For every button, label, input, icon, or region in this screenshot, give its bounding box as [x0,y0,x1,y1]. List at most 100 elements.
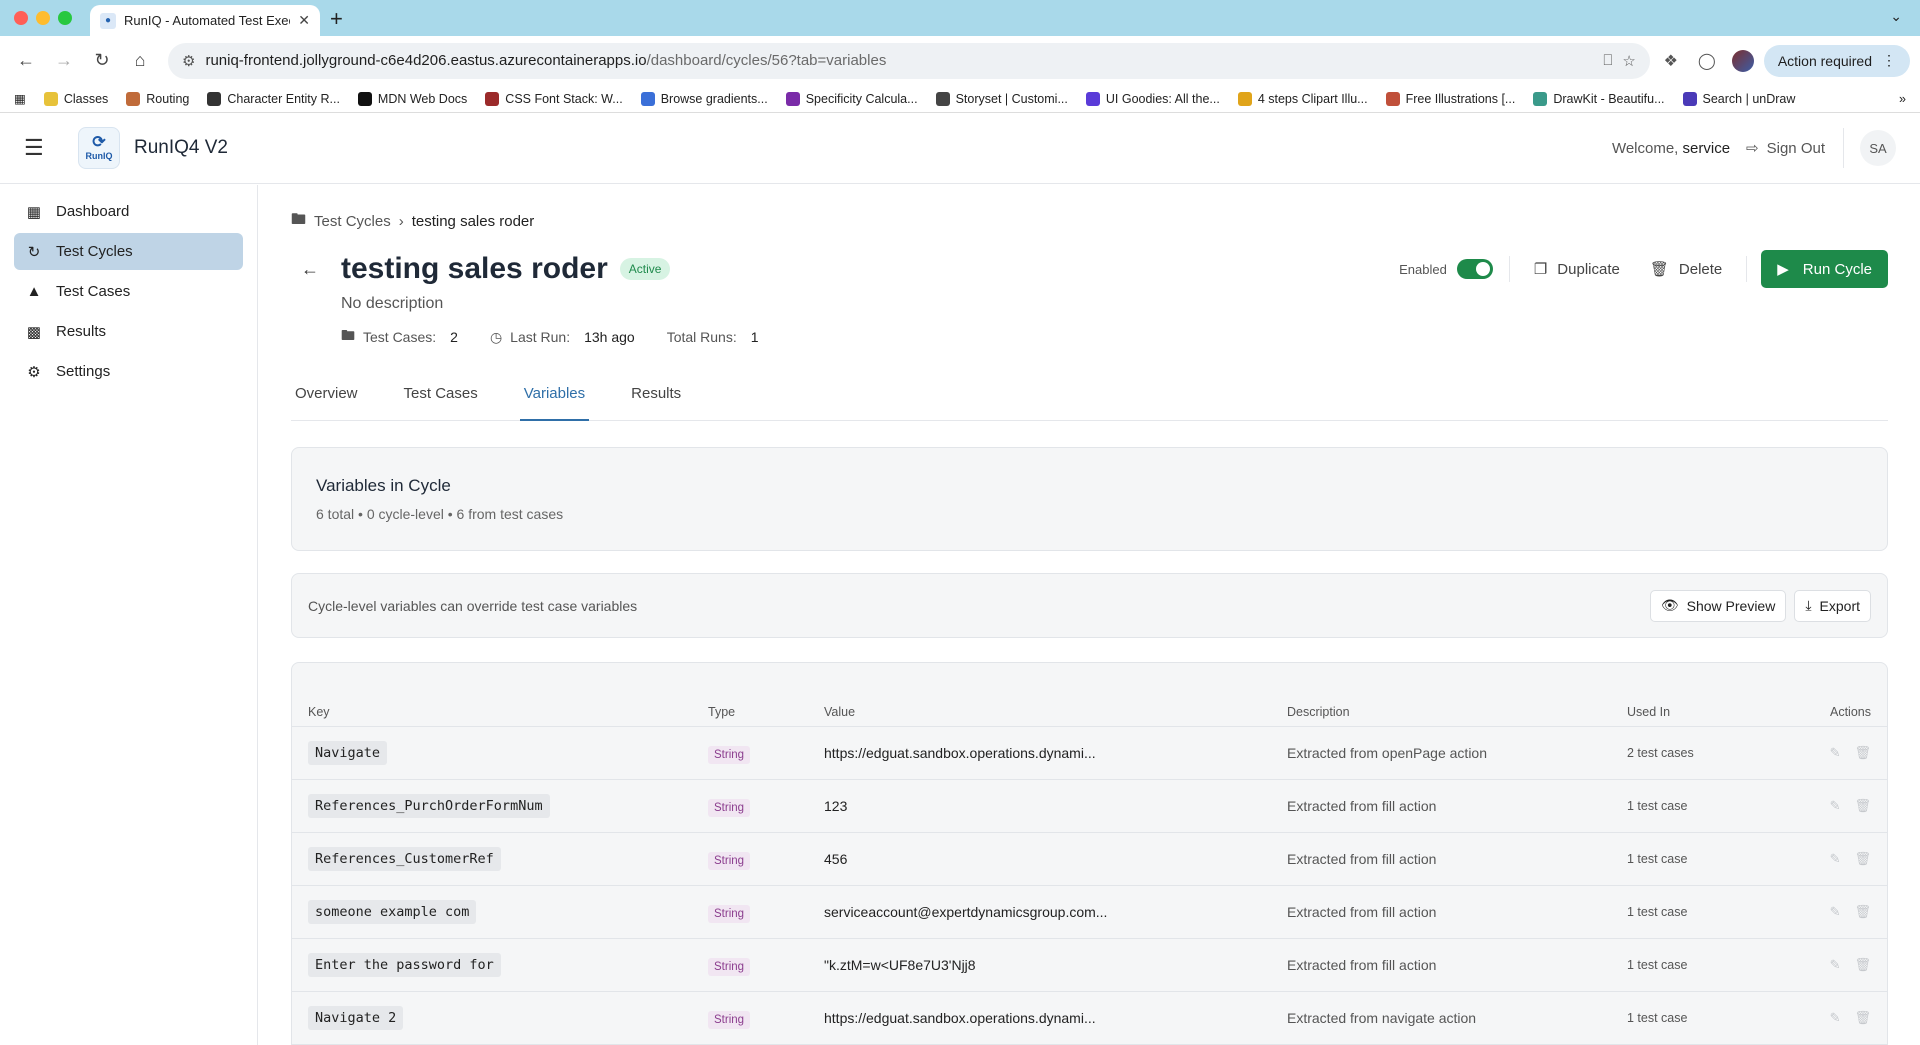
browser-tab-active[interactable]: ● RunIQ - Automated Test Exec ✕ [90,5,320,36]
edit-pencil-icon[interactable]: ✎ [1830,904,1841,919]
bookmark-item[interactable]: Browse gradients... [640,91,768,106]
url-path: /dashboard/cycles/56?tab=variables [646,52,887,69]
bookmark-item[interactable]: CSS Font Stack: W... [485,91,623,106]
bookmark-item[interactable]: Classes [43,91,108,106]
delete-trash-icon[interactable]: 🗑 [1854,957,1871,972]
cell-value: 456 [808,832,1271,886]
cell-used-in: 1 test case [1611,885,1781,939]
bookmark-item[interactable]: UI Goodies: All the... [1085,91,1220,106]
cell-description: Extracted from fill action [1271,938,1611,992]
table-row: Enter the password for String "k.ztM=w<UF8… [292,938,1887,992]
extension-shield-icon[interactable]: ◯ [1692,46,1722,76]
bookmark-item[interactable]: Specificity Calcula... [785,91,918,106]
bookmark-item[interactable]: Search | unDraw [1682,91,1795,106]
close-window-button[interactable] [14,11,28,25]
tab-test-cases[interactable]: Test Cases [400,383,482,421]
cell-key: References_PurchOrderFormNum [292,779,692,833]
title-row: ← testing sales roder Active Enabled ❐ D… [291,249,1888,289]
bookmark-favicon-icon [935,91,950,106]
bookmark-item[interactable]: MDN Web Docs [357,91,467,106]
bookmark-item[interactable]: Character Entity R... [207,91,340,106]
new-tab-icon[interactable]: + [330,6,343,32]
edit-pencil-icon[interactable]: ✎ [1830,745,1841,760]
delete-trash-icon[interactable]: 🗑 [1854,904,1871,919]
bookmark-star-icon[interactable]: ☆ [1622,52,1635,70]
cell-description: Extracted from navigate action [1271,991,1611,1045]
variables-summary-title: Variables in Cycle [316,476,451,495]
tab-results[interactable]: Results [627,383,685,421]
forward-arrow-icon[interactable]: → [48,45,80,77]
variables-table: Key Type Value Description Used In Actio… [292,699,1887,1045]
browser-tab-title: RunIQ - Automated Test Exec [124,13,291,28]
user-avatar[interactable]: SA [1860,130,1896,166]
install-app-icon[interactable]: ⎕ [1603,52,1612,69]
tab-overview[interactable]: Overview [291,383,362,421]
welcome-prefix: Welcome, [1611,139,1679,157]
meta-value: 2 [450,329,458,345]
bookmark-item[interactable]: Storyset | Customi... [935,91,1068,106]
dashboard-icon: ▦ [26,203,42,221]
sidebar-item-results[interactable]: ▩ Results [14,313,243,350]
gear-icon: ⚙ [27,363,41,381]
action-required-button[interactable]: Action required ⋮ [1763,44,1910,77]
cell-type: String [692,832,808,886]
sidebar-item-dashboard[interactable]: ▦ Dashboard [14,193,243,230]
sidebar-item-test-cycles[interactable]: ↻ Test Cycles [14,233,243,270]
table-header-row: Key Type Value Description Used In Actio… [292,699,1887,727]
sidebar-item-settings[interactable]: ⚙ Settings [14,353,243,390]
bookmark-item[interactable]: Routing [126,91,189,106]
maximize-window-button[interactable] [58,11,72,25]
reload-icon[interactable]: ↻ [86,45,118,77]
edit-pencil-icon[interactable]: ✎ [1830,1010,1841,1025]
back-arrow-icon[interactable]: ← [10,45,42,77]
variables-summary-counts: 6 total • 0 cycle-level • 6 from test ca… [316,506,564,522]
delete-trash-icon[interactable]: 🗑 [1854,1010,1871,1025]
bookmark-label: 4 steps Clipart Illu... [1257,91,1368,106]
delete-label: Delete [1678,260,1723,278]
meta-total-runs: Total Runs: 1 [667,325,759,349]
sidebar-item-test-cases[interactable]: ▲ Test Cases [14,273,243,310]
edit-pencil-icon[interactable]: ✎ [1830,957,1841,972]
type-badge: String [708,851,751,870]
enabled-toggle[interactable] [1456,259,1493,279]
sign-out-button[interactable]: ⇨ Sign Out [1746,128,1844,168]
home-icon[interactable]: ⌂ [124,45,156,77]
bookmark-item[interactable]: 4 steps Clipart Illu... [1237,91,1368,106]
bookmark-item[interactable]: Free Illustrations [... [1385,91,1515,106]
variables-toolbar: Cycle-level variables can override test … [291,573,1888,638]
extensions-icon[interactable]: ❖ [1656,46,1686,76]
username: service [1682,139,1731,157]
close-tab-icon[interactable]: ✕ [298,12,310,29]
column-header-key: Key [292,699,692,727]
export-button[interactable]: ⤓ Export [1794,589,1871,622]
delete-trash-icon[interactable]: 🗑 [1854,798,1871,813]
tab-list-chevron-icon[interactable]: ⌄ [1890,8,1902,25]
back-arrow-icon[interactable]: ← [291,259,341,280]
breadcrumb-test-cycles[interactable]: Test Cycles [314,213,391,230]
more-bookmarks-icon[interactable]: » [1899,92,1906,106]
minimize-window-button[interactable] [36,11,50,25]
cell-used-in: 1 test case [1611,779,1781,833]
duplicate-button[interactable]: ❐ Duplicate [1526,260,1628,279]
cell-value: "k.ztM=w<UF8e7U3'Njj8 [808,938,1271,992]
tab-variables[interactable]: Variables [519,383,590,421]
show-preview-button[interactable]: 👁 Show Preview [1649,589,1787,622]
site-info-icon[interactable]: ⚙ [182,52,195,70]
delete-button[interactable]: 🗑 Delete [1642,260,1730,279]
runiq-favicon-icon: ● [100,12,116,29]
run-cycle-button[interactable]: ▶ Run Cycle [1761,250,1888,288]
bookmark-label: Storyset | Customi... [955,91,1068,106]
cell-value: serviceaccount@expertdynamicsgroup.com..… [808,885,1271,939]
bookmark-item[interactable]: DrawKit - Beautifu... [1533,91,1665,106]
delete-trash-icon[interactable]: 🗑 [1854,745,1871,760]
edit-pencil-icon[interactable]: ✎ [1830,798,1841,813]
more-menu-icon[interactable]: ⋮ [1882,52,1896,69]
delete-trash-icon[interactable]: 🗑 [1854,851,1871,866]
edit-pencil-icon[interactable]: ✎ [1830,851,1841,866]
profile-avatar[interactable] [1728,46,1758,76]
variable-key: Enter the password for [308,953,501,977]
hamburger-menu-icon[interactable]: ☰ [24,135,64,161]
apps-grid-icon[interactable]: ▦ [14,91,26,106]
address-bar[interactable]: ⚙ runiq-frontend.jollyground-c6e4d206.ea… [168,42,1650,79]
runner-icon: ⟳ [92,134,106,151]
